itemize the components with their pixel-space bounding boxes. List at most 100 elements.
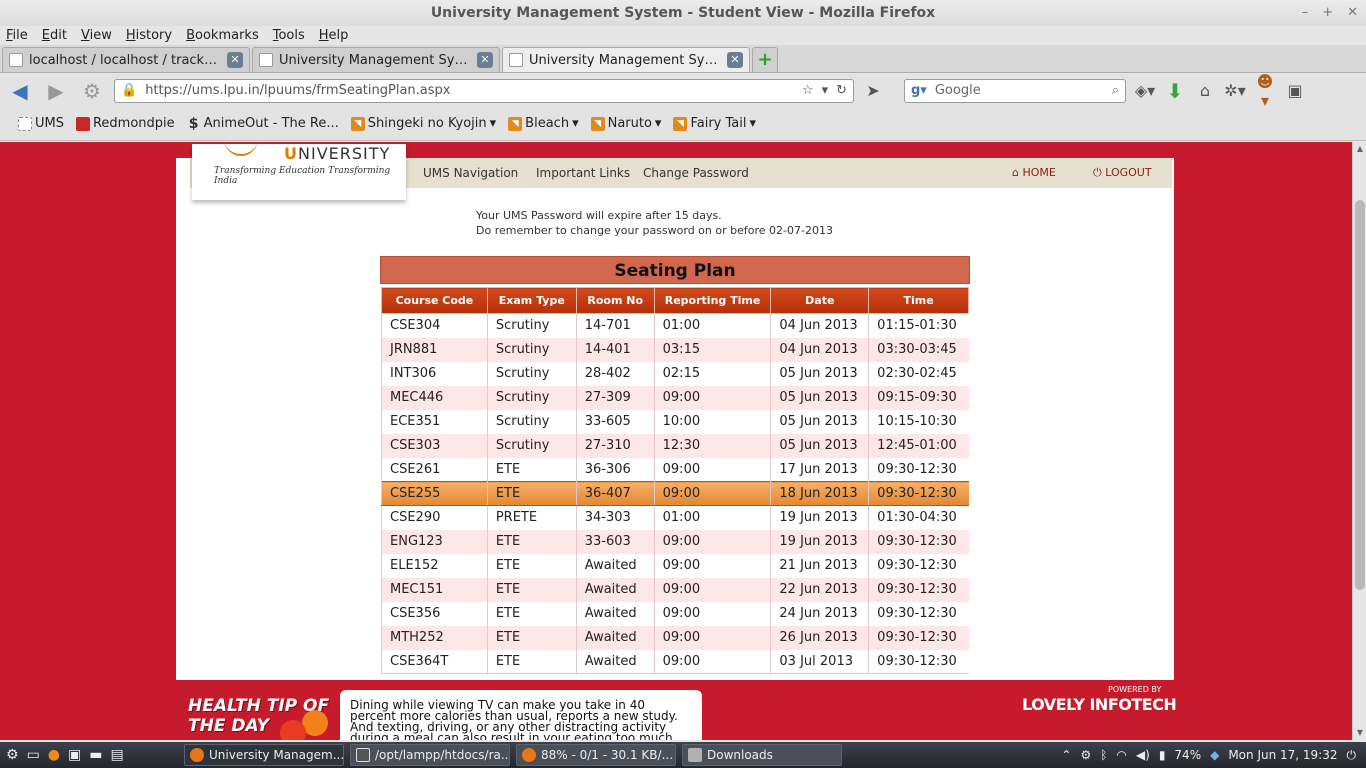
menu-bookmarks[interactable]: Bookmarks [186,26,259,45]
menu-tools[interactable]: Tools [273,26,305,45]
bookmark-feed-fairy-tail[interactable]: ◥ Fairy Tail ▾ [673,116,756,131]
monkey-addon-icon[interactable]: ☻▾ [1254,72,1276,110]
university-logo[interactable]: UNIVERSITY Transforming Education Transf… [192,144,406,200]
close-tab-icon[interactable]: ✕ [227,52,243,68]
menu-history[interactable]: History [126,26,172,45]
rss-feed-icon: ◥ [590,116,605,131]
nav-change-password[interactable]: Change Password [643,166,749,180]
tab-ums-1[interactable]: University Management Syste... ✕ [252,47,500,72]
table-row[interactable]: ECE351 Scrutiny 33-605 10:00 05 Jun 2013 10:1… [381,409,969,434]
bookmark-animeout[interactable]: $ AnimeOut - The Re... [187,116,339,131]
minimize-button[interactable]: – [1302,0,1309,26]
table-cell: Awaited [575,649,655,674]
scroll-down-icon[interactable]: ▼ [1355,728,1365,737]
bluetooth-icon[interactable]: ᛒ [1100,748,1107,762]
table-cell: 04 Jun 2013 [770,337,869,362]
close-tab-icon[interactable]: ✕ [727,52,743,68]
power-icon[interactable]: ⏻ [1347,748,1357,763]
bookmark-label: Naruto [607,116,652,131]
task-download[interactable]: 88% - 0/1 - 30.1 KB/... [516,744,676,766]
table-cell: 09:00 [653,649,771,674]
files-launcher-icon[interactable]: ▬ [89,747,102,763]
table-row[interactable]: CSE261 ETE 36-306 09:00 17 Jun 2013 09:30-12:… [381,457,969,482]
bookmark-feed-shingeki[interactable]: ◥ Shingeki no Kyojin ▾ [350,116,496,131]
firefox-launcher-icon[interactable]: ● [48,747,60,763]
table-cell: Scrutiny [486,361,577,386]
reload-icon[interactable]: ↻ [836,83,847,98]
logout-link[interactable]: ⏻ LOGOUT [1093,166,1152,180]
bookmark-ums[interactable]: UMS [18,116,64,131]
scrollbar-thumb[interactable] [1355,200,1365,590]
task-terminal[interactable]: /opt/lampp/htdocs/ra... [350,744,510,766]
table-row[interactable]: CSE303 Scrutiny 27-310 12:30 05 Jun 2013 12:4… [381,433,969,458]
new-tab-button[interactable]: + [752,47,778,72]
address-bar[interactable]: 🔒 https://ums.lpu.in/lpuums/frmSeatingPl… [114,78,854,103]
vertical-scrollbar[interactable]: ▲ ▼ [1352,142,1366,740]
volume-icon[interactable]: ◀) [1136,748,1150,762]
table-row[interactable]: MEC151 ETE Awaited 09:00 22 Jun 2013 09:30-12… [381,577,969,602]
clock[interactable]: Mon Jun 17, 19:32 [1228,748,1337,762]
menu-view[interactable]: View [81,26,112,45]
nav-ums-navigation[interactable]: UMS Navigation [423,166,518,180]
table-row[interactable]: ENG123 ETE 33-603 09:00 19 Jun 2013 09:30-12:… [381,529,969,554]
bookmark-redmondpie[interactable]: Redmondpie [75,116,175,131]
tools-icon[interactable]: ✲▾ [1224,81,1246,100]
table-row[interactable]: CSE304 Scrutiny 14-701 01:00 04 Jun 2013 01:1… [381,313,969,338]
table-row[interactable]: CSE255 ETE 36-407 09:00 18 Jun 2013 09:30-12:… [381,481,969,506]
url-text[interactable]: https://ums.lpu.in/lpuums/frmSeatingPlan… [145,83,794,98]
maximize-button[interactable]: + [1322,0,1333,26]
table-row[interactable]: MEC446 Scrutiny 27-309 09:00 05 Jun 2013 09:1… [381,385,969,410]
table-row[interactable]: CSE364T ETE Awaited 09:00 03 Jul 2013 09:30-1… [381,649,969,674]
table-row[interactable]: INT306 Scrutiny 28-402 02:15 05 Jun 2013 02:3… [381,361,969,386]
table-row[interactable]: JRN881 Scrutiny 14-401 03:15 04 Jun 2013 03:3… [381,337,969,362]
download-arrow-icon[interactable]: ⬇ [1164,79,1186,103]
wifi-icon[interactable]: ◠ [1116,748,1126,762]
menu-edit[interactable]: Edit [42,26,67,45]
search-go-icon[interactable]: ⌕ [1112,83,1119,98]
close-window-button[interactable]: ✕ [1347,0,1358,26]
editor-launcher-icon[interactable]: ▤ [110,747,123,763]
table-cell: 28-402 [575,361,655,386]
nav-important-links[interactable]: Important Links [536,166,630,180]
addon-icon[interactable]: ◈▾ [1134,81,1156,100]
search-input[interactable]: Google [935,83,1104,98]
search-bar[interactable]: g▾ Google ⌕ [904,78,1126,103]
site-identity-icon[interactable]: ⚙ [78,79,106,103]
terminal-launcher-icon[interactable]: ▣ [68,747,81,763]
table-row[interactable]: CSE356 ETE Awaited 09:00 24 Jun 2013 09:30-12… [381,601,969,626]
bookmark-feed-naruto[interactable]: ◥ Naruto ▾ [590,116,661,131]
table-cell: JRN881 [381,337,488,362]
table-row[interactable]: CSE290 PRETE 34-303 01:00 19 Jun 2013 01:30-0… [381,505,969,530]
menu-file[interactable]: File [6,26,28,45]
tray-chevron-up-icon[interactable]: ⌃ [1061,748,1071,762]
table-row[interactable]: ELE152 ETE Awaited 09:00 21 Jun 2013 09:30-12… [381,553,969,578]
scroll-up-icon[interactable]: ▲ [1355,144,1365,153]
table-row[interactable]: MTH252 ETE Awaited 09:00 26 Jun 2013 09:30-12… [381,625,969,650]
share-icon[interactable]: ➤ [862,81,884,100]
home-icon[interactable]: ⌂ [1194,81,1216,100]
forward-arrow-icon[interactable]: ▶ [42,79,70,103]
menu-addon-icon[interactable]: ▣ [1284,81,1306,100]
bookmark-star-icon[interactable]: ☆ [802,83,814,98]
animeout-favicon-icon: $ [188,115,199,132]
close-tab-icon[interactable]: ✕ [477,52,493,68]
column-header: Date [770,287,870,314]
task-downloads-folder[interactable]: Downloads [682,744,842,766]
table-cell: 09:00 [653,553,771,578]
menu-help[interactable]: Help [319,26,349,45]
bookmark-feed-bleach[interactable]: ◥ Bleach ▾ [508,116,579,131]
dropbox-icon[interactable]: ◆ [1210,748,1219,762]
table-cell: 09:30-12:30 [868,601,969,626]
back-arrow-icon[interactable]: ◀ [6,79,34,103]
tab-localhost[interactable]: localhost / localhost / trackstar ... ✕ [2,47,250,72]
table-cell: 05 Jun 2013 [770,409,869,434]
battery-icon[interactable]: ▮ [1159,748,1166,762]
google-search-engine-icon[interactable]: g▾ [911,83,927,98]
desktop-icon[interactable]: ▭ [27,747,40,763]
settings-gear-icon[interactable]: ⚙ [6,747,19,763]
tab-ums-active[interactable]: University Management Syste... ✕ [502,47,750,72]
tray-settings-icon[interactable]: ⚙ [1080,748,1091,762]
url-dropdown-icon[interactable]: ▾ [822,83,829,98]
task-firefox-ums[interactable]: University Managem... [184,744,344,766]
home-link[interactable]: ⌂ HOME [1012,166,1056,179]
